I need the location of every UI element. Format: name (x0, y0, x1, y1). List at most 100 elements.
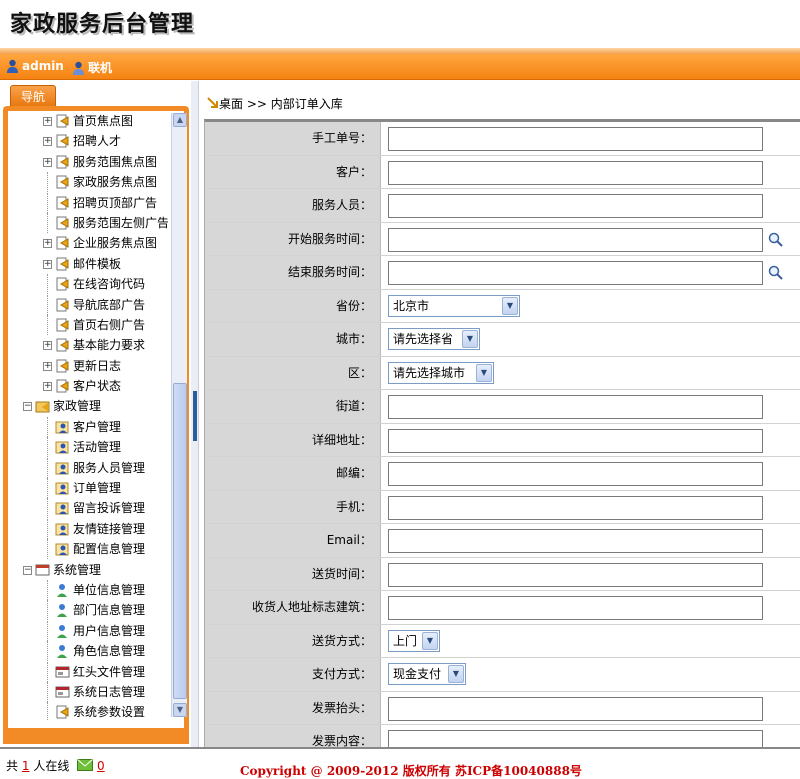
nav-tree-item[interactable]: 活动管理 (8, 437, 168, 458)
doc-icon (56, 298, 69, 312)
online-user-icon (73, 61, 84, 75)
nav-tree-item[interactable]: + 企业服务焦点图 (8, 233, 168, 253)
form-select[interactable]: 上门 ▼ (388, 629, 440, 652)
form-input[interactable] (388, 227, 763, 252)
form-input[interactable] (388, 160, 763, 185)
nav-tree-item[interactable]: 在线咨询代码 (8, 274, 168, 295)
nav-tree-item-label: 更新日志 (73, 358, 122, 373)
nav-tree-item[interactable]: 用户信息管理 (8, 620, 168, 641)
form-label: 送货方式： (205, 624, 381, 657)
search-icon[interactable] (768, 265, 784, 281)
form-select[interactable]: 请先选择城市 ▼ (388, 361, 494, 384)
nav-scrollbar[interactable]: ▲ ▼ (171, 113, 187, 717)
tree-connector (47, 620, 48, 641)
nav-tree-item-label: 客户管理 (73, 419, 122, 434)
message-icon[interactable] (77, 759, 94, 771)
chevron-down-icon[interactable]: ▼ (502, 296, 518, 315)
nav-tree-item[interactable]: 服务范围左侧广告 (8, 212, 168, 233)
nav-tree-item[interactable]: + 首页焦点图 (8, 111, 168, 131)
nav-tree-item[interactable]: 角色信息管理 (8, 641, 168, 662)
nav-tree-item[interactable]: 友情链接管理 (8, 518, 168, 539)
nav-tree-item-label: 系统参数设置 (73, 705, 146, 720)
nav-tree-item[interactable]: + 基本能力要求 (8, 335, 168, 355)
expand-icon[interactable]: + (43, 239, 52, 249)
form-input[interactable] (388, 428, 763, 453)
nav-tree-item[interactable]: + 服务范围焦点图 (8, 152, 168, 172)
nav-tree-item[interactable]: − 系统管理 (8, 560, 168, 580)
expand-icon[interactable]: + (43, 137, 52, 147)
search-icon[interactable] (768, 232, 784, 248)
chevron-down-icon[interactable]: ▼ (448, 665, 464, 683)
expand-icon[interactable]: + (43, 382, 52, 392)
nav-tree-item[interactable]: 系统参数设置 (8, 702, 168, 721)
scroll-up-button[interactable]: ▲ (173, 113, 187, 127)
form-input[interactable] (388, 495, 763, 520)
nav-tree-item[interactable]: 家政服务焦点图 (8, 172, 168, 193)
sidebar: 导航 + 首页焦点图 + 招聘人才 + 服务范围焦点图 家政服务焦点图 招聘页顶部广告 服务范围… (0, 81, 195, 747)
form-input[interactable] (388, 194, 763, 218)
nav-tree-item[interactable]: + 招聘人才 (8, 131, 168, 151)
nav-tree-item[interactable]: 红头文件管理 (8, 661, 168, 682)
nav-tab[interactable]: 导航 (10, 85, 56, 107)
nav-tree-item[interactable]: 首页右侧广告 (8, 314, 168, 335)
chevron-down-icon[interactable]: ▼ (422, 631, 438, 650)
form-input[interactable] (388, 696, 763, 721)
form-input[interactable] (388, 395, 763, 419)
expand-icon[interactable]: + (43, 117, 52, 126)
tree-connector (47, 416, 48, 437)
form-input[interactable] (388, 462, 763, 486)
nav-tree-item[interactable]: 配置信息管理 (8, 539, 168, 560)
nav-tree-item[interactable]: 招聘页顶部广告 (8, 192, 168, 213)
splitter-handle[interactable] (193, 391, 197, 441)
collapse-icon[interactable]: − (23, 565, 32, 575)
form-input[interactable] (388, 596, 763, 620)
doc-icon (56, 318, 69, 332)
scroll-down-button[interactable]: ▼ (173, 703, 187, 717)
nav-tree-item[interactable]: 单位信息管理 (8, 579, 168, 600)
expand-icon[interactable]: + (43, 361, 52, 371)
form-label: 客户： (205, 155, 381, 188)
scroll-thumb[interactable] (173, 383, 187, 699)
form-select[interactable]: 北京市 ▼ (388, 294, 520, 317)
collapse-icon[interactable]: − (23, 402, 32, 412)
chevron-down-icon[interactable]: ▼ (476, 363, 492, 382)
nav-tree-item[interactable]: 服务人员管理 (8, 457, 168, 478)
form-row: 送货时间： (205, 557, 800, 591)
form-input[interactable] (388, 127, 763, 151)
nav-tree-item[interactable]: − 家政管理 (8, 396, 168, 416)
nav-tree-item-label: 招聘人才 (73, 134, 122, 149)
nav-tree-item[interactable]: + 客户状态 (8, 376, 168, 396)
nav-tree-item[interactable]: 订单管理 (8, 478, 168, 499)
form-label: 详细地址： (205, 423, 381, 456)
online-count[interactable]: 1 (22, 759, 30, 773)
app-title: 家政服务后台管理 (10, 11, 195, 37)
user-icon (7, 59, 18, 73)
tree-connector (47, 478, 48, 499)
nav-tree-item[interactable]: 留言投诉管理 (8, 498, 168, 519)
form-select[interactable]: 现金支付 ▼ (388, 663, 466, 685)
nav-tree-item-label: 配置信息管理 (73, 542, 146, 557)
expand-icon[interactable]: + (43, 341, 52, 351)
message-count[interactable]: 0 (97, 759, 105, 773)
form-input[interactable] (388, 562, 763, 587)
nav-tree-item[interactable]: 客户管理 (8, 416, 168, 437)
online-status: 共 1 人在线 0 (6, 759, 105, 773)
nav-tree-item[interactable]: 导航底部广告 (8, 294, 168, 315)
nav-tree-item[interactable]: 系统日志管理 (8, 681, 168, 702)
current-user[interactable]: admin (6, 59, 64, 73)
form-input[interactable] (388, 261, 763, 285)
form-select[interactable]: 请先选择省 ▼ (388, 328, 480, 350)
chevron-down-icon[interactable]: ▼ (462, 330, 478, 348)
nav-tree-item-label: 用户信息管理 (73, 623, 146, 638)
expand-icon[interactable]: + (43, 157, 52, 167)
nav-tree-item[interactable]: + 邮件模板 (8, 254, 168, 274)
form-select-value: 上门 (393, 633, 418, 648)
nav-tree-item-label: 基本能力要求 (73, 338, 146, 353)
nav-tree-item[interactable]: 部门信息管理 (8, 600, 168, 621)
nav-panel-bottom (3, 728, 189, 744)
expand-icon[interactable]: + (43, 259, 52, 269)
sidebar-splitter[interactable] (191, 81, 199, 747)
form-row: 收货人地址标志建筑： (205, 591, 800, 625)
nav-tree-item[interactable]: + 更新日志 (8, 356, 168, 376)
form-input[interactable] (388, 529, 763, 553)
